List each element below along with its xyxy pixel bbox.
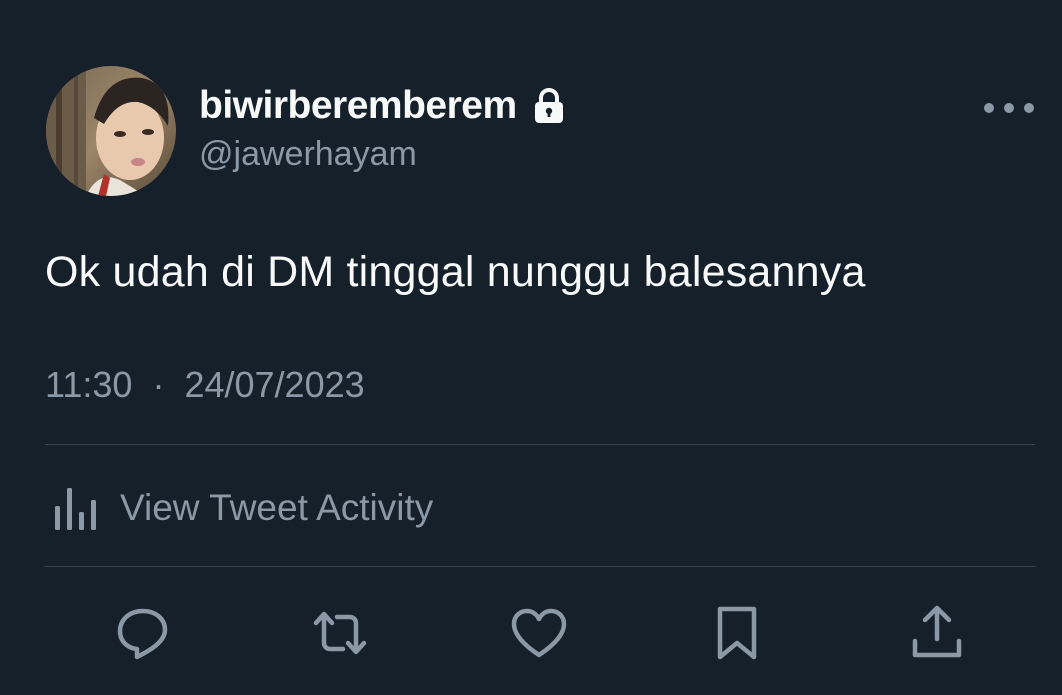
tweet-text: Ok udah di DM tinggal nunggu balesannya [45, 248, 866, 296]
share-button[interactable] [904, 600, 970, 666]
user-handle[interactable]: @jawerhayam [199, 135, 417, 174]
display-name-text: biwirberemberem [199, 84, 517, 127]
bookmark-icon [717, 606, 757, 660]
retweet-button[interactable] [307, 600, 373, 666]
tweet-date: 24/07/2023 [184, 364, 365, 405]
tweet-timestamp[interactable]: 11:30 · 24/07/2023 [45, 364, 365, 406]
lock-icon [533, 87, 565, 125]
more-horizontal-icon[interactable] [980, 96, 1038, 120]
avatar[interactable] [46, 66, 176, 196]
view-tweet-activity-label: View Tweet Activity [120, 487, 434, 528]
view-tweet-activity-button[interactable]: View Tweet Activity [52, 480, 433, 536]
bar-chart-icon [52, 484, 100, 532]
divider [45, 566, 1035, 567]
heart-icon [511, 608, 567, 658]
divider [45, 444, 1035, 445]
like-button[interactable] [506, 600, 572, 666]
reply-icon [117, 608, 168, 660]
timestamp-separator: · [152, 364, 165, 405]
display-name[interactable]: biwirberemberem [199, 84, 565, 128]
tweet-time: 11:30 [45, 364, 133, 405]
retweet-icon [313, 611, 367, 655]
share-icon [912, 605, 962, 658]
avatar-image [46, 66, 176, 196]
reply-button[interactable] [110, 600, 176, 666]
tweet-action-bar [0, 600, 1062, 670]
bookmark-button[interactable] [704, 600, 770, 666]
